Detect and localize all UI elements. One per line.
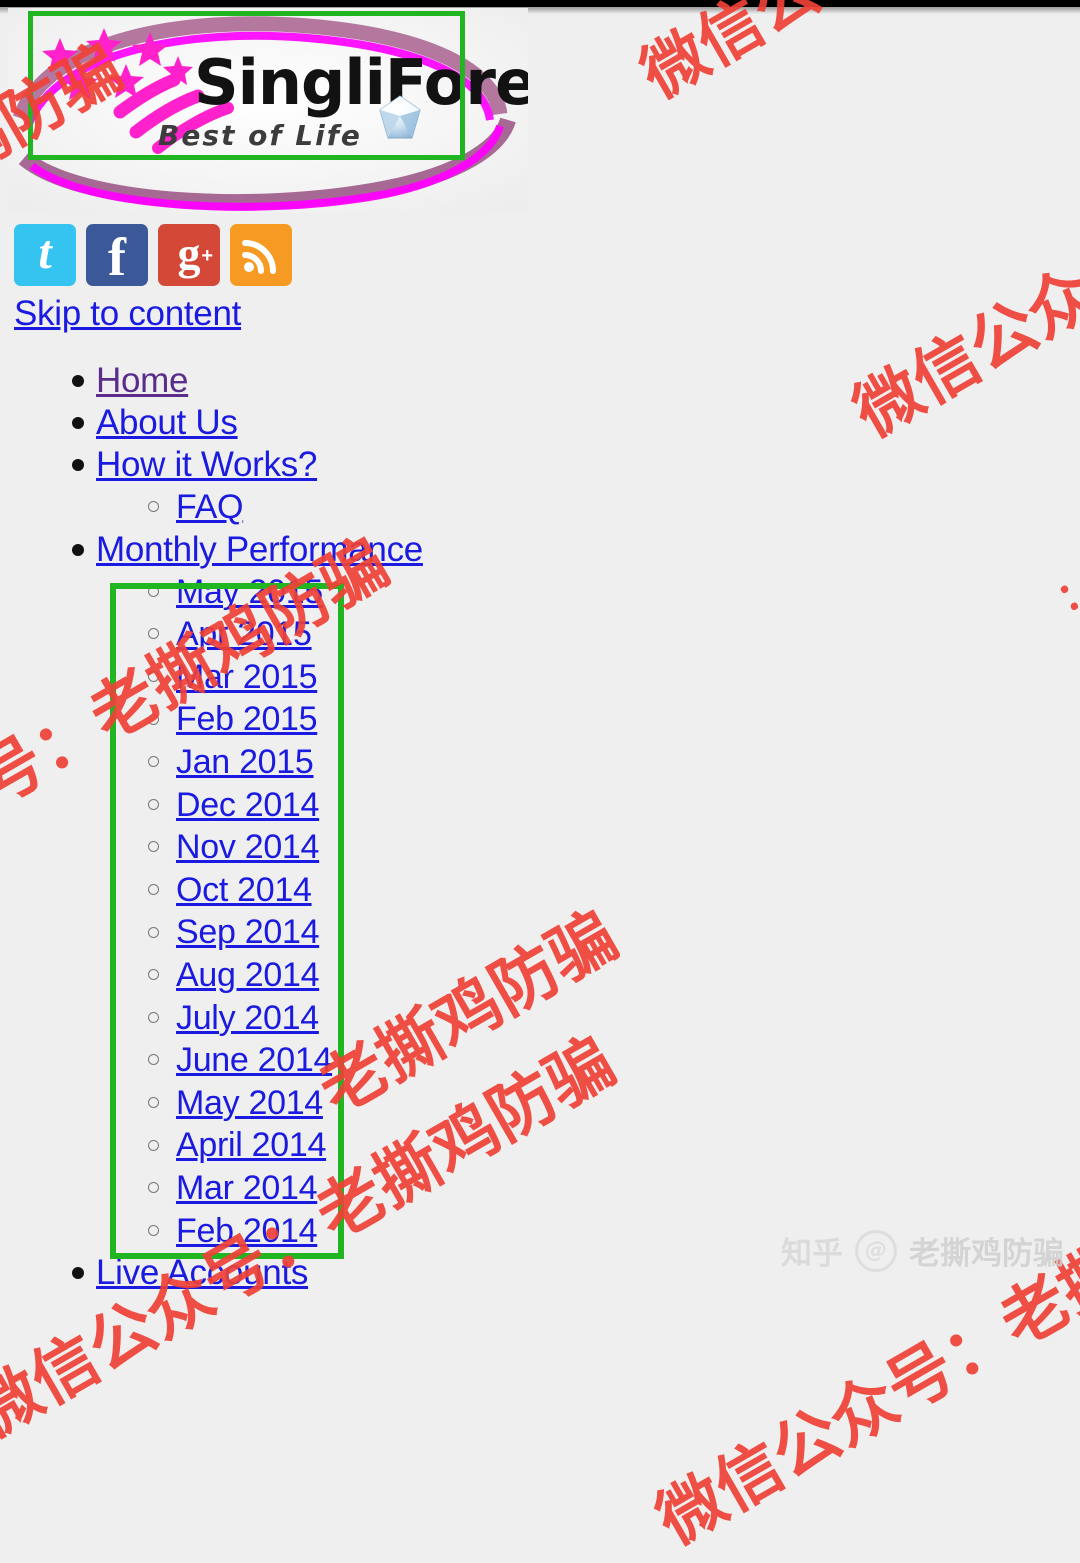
nav-subitem-dec-2014[interactable]: Dec 2014 [0,784,620,827]
rss-icon[interactable] [230,224,292,286]
circle-bullet-icon [148,1097,159,1109]
nav-subitem-mar-2014[interactable]: Mar 2014 [0,1167,620,1210]
circle-bullet-icon [148,1011,159,1023]
circle-bullet-icon [148,884,159,896]
nav-sublink-apr-2015[interactable]: Apr 2015 [176,615,312,653]
nav-subitem-mar-2015[interactable]: Mar 2015 [0,656,620,699]
nav-sublink-dec-2014[interactable]: Dec 2014 [176,786,319,824]
circle-bullet-icon [148,1182,159,1194]
nav-subitem-feb-2014[interactable]: Feb 2014 [0,1210,620,1253]
nav-sublink-jan-2015[interactable]: Jan 2015 [176,743,314,781]
nav-subitem-faq[interactable]: FAQ [0,486,620,529]
nav-subitem-july-2014[interactable]: July 2014 [0,997,620,1040]
nav-subitem-nov-2014[interactable]: Nov 2014 [0,826,620,869]
nav-sublink-feb-2014[interactable]: Feb 2014 [176,1212,318,1250]
nav-item-monthly-performance[interactable]: Monthly Performance [0,529,620,571]
circle-bullet-icon [148,926,159,938]
twitter-icon[interactable]: t [14,224,76,286]
nav-sublink-mar-2015[interactable]: Mar 2015 [176,658,318,696]
google-plus-icon[interactable]: g + [158,224,220,286]
facebook-icon[interactable]: f [86,224,148,286]
logo-highlight-box [28,11,465,160]
nav-item-about-us[interactable]: About Us [0,402,620,444]
nav-sublink-july-2014[interactable]: July 2014 [176,999,319,1037]
nav-sublink-oct-2014[interactable]: Oct 2014 [176,871,312,909]
bullet-icon [72,417,84,429]
skip-to-content-link[interactable]: Skip to content [14,294,241,334]
main-navigation: Home About Us How it Works? FAQ Monthly … [0,360,620,1294]
nav-sublink-sep-2014[interactable]: Sep 2014 [176,913,319,951]
twitter-glyph: t [38,226,52,279]
nav-sublink-may-2014[interactable]: May 2014 [176,1084,323,1122]
nav-subitem-sep-2014[interactable]: Sep 2014 [0,911,620,954]
circle-bullet-icon [148,969,159,981]
bullet-icon [72,375,84,387]
nav-sublink-feb-2015[interactable]: Feb 2015 [176,700,318,738]
gplus-plus-glyph: + [201,245,213,267]
bullet-icon [72,459,84,471]
gplus-glyph: g [177,228,201,279]
nav-item-how-it-works[interactable]: How it Works? [0,444,620,486]
circle-bullet-icon [148,585,159,597]
circle-bullet-icon [148,1224,159,1236]
nav-subitem-may-2014[interactable]: May 2014 [0,1082,620,1125]
circle-bullet-icon [148,1139,159,1151]
nav-subitem-jan-2015[interactable]: Jan 2015 [0,741,620,784]
nav-link-monthly-performance[interactable]: Monthly Performance [96,530,423,569]
circle-bullet-icon [148,713,159,725]
nav-sublink-june-2014[interactable]: June 2014 [176,1041,332,1079]
nav-link-home[interactable]: Home [96,361,188,400]
bullet-icon [72,543,84,556]
nav-link-live-accounts[interactable]: Live Accounts [96,1253,308,1292]
nav-link-about-us[interactable]: About Us [96,403,238,442]
page-content: SingliForex Best of Life t f g + [0,0,1080,1292]
circle-bullet-icon [148,1054,159,1066]
nav-subitem-feb-2015[interactable]: Feb 2015 [0,698,620,741]
nav-sublink-mar-2014[interactable]: Mar 2014 [176,1169,318,1207]
nav-subitem-oct-2014[interactable]: Oct 2014 [0,869,620,912]
rss-glyph [242,240,276,274]
circle-bullet-icon [148,841,159,853]
nav-subitem-may-2015[interactable]: May 2015 [0,571,620,614]
circle-bullet-icon [148,671,159,683]
circle-bullet-icon [148,798,159,810]
nav-sublink-may-2015[interactable]: May 2015 [176,573,323,611]
facebook-glyph: f [108,227,126,286]
social-links: t f g + [14,224,292,286]
submenu-monthly-performance: May 2015 Apr 2015 Mar 2015 Feb 2015 Jan … [0,571,620,1253]
nav-item-home[interactable]: Home [0,360,620,402]
nav-sublink-aug-2014[interactable]: Aug 2014 [176,956,319,994]
circle-bullet-icon [148,628,159,640]
nav-sublink-faq[interactable]: FAQ [176,488,243,526]
nav-subitem-aug-2014[interactable]: Aug 2014 [0,954,620,997]
bullet-icon [72,1267,84,1280]
nav-sublink-nov-2014[interactable]: Nov 2014 [176,828,319,866]
site-logo[interactable]: SingliForex Best of Life [8,8,528,213]
nav-subitem-june-2014[interactable]: June 2014 [0,1039,620,1082]
nav-sublink-april-2014[interactable]: April 2014 [176,1126,326,1164]
nav-link-how-it-works[interactable]: How it Works? [96,445,317,484]
nav-subitem-april-2014[interactable]: April 2014 [0,1124,620,1167]
circle-bullet-icon [148,756,159,768]
nav-item-live-accounts[interactable]: Live Accounts [0,1252,620,1294]
nav-subitem-apr-2015[interactable]: Apr 2015 [0,613,620,656]
circle-bullet-icon [148,501,159,513]
submenu-how-it-works: FAQ [0,486,620,529]
